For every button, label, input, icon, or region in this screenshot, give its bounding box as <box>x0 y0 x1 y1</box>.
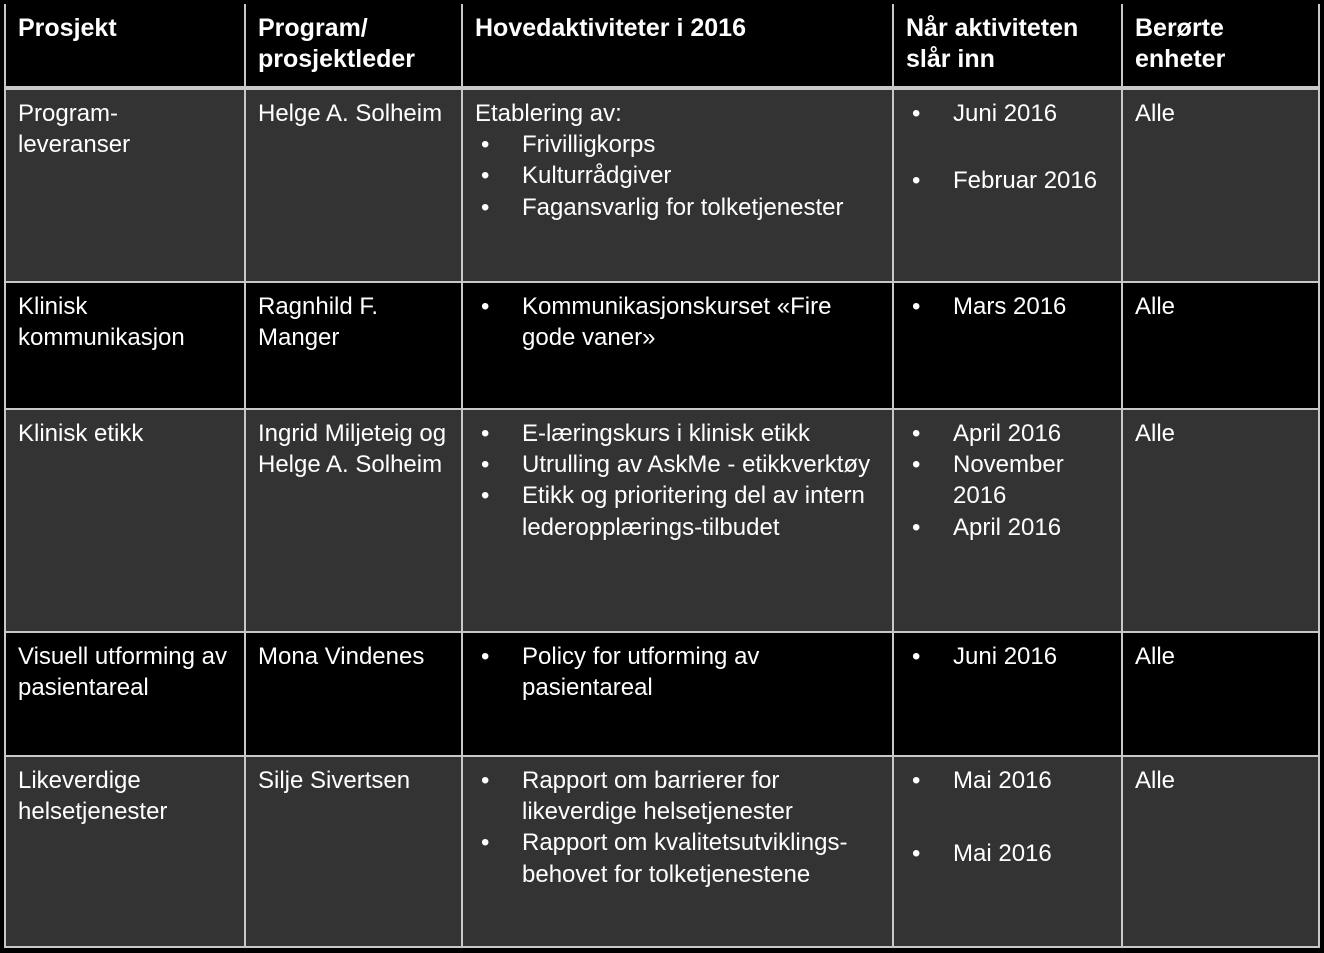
list-item: Juni 2016 <box>906 98 1113 129</box>
naar-list: Mars 2016 <box>906 291 1113 322</box>
table-row: Program- leveranser Helge A. Solheim Eta… <box>4 88 1320 281</box>
naar-list: Mai 2016 Mai 2016 <box>906 765 1113 870</box>
enheter-value: Alle <box>1135 293 1176 320</box>
prosjekt-name: Likeverdige helsetjenester <box>18 767 168 826</box>
cell-prosjekt: Program- leveranser <box>4 88 244 281</box>
table-row: Likeverdige helsetjenester Silje Siverts… <box>4 755 1320 948</box>
cell-berorte-enheter: Alle <box>1121 408 1320 631</box>
cell-naar-aktiviteten: Juni 2016 <box>892 631 1121 755</box>
cell-prosjektleder: Mona Vindenes <box>244 631 461 755</box>
prosjektleder-name: Helge A. Solheim <box>258 100 443 127</box>
table-row: Visuell utforming av pasientareal Mona V… <box>4 631 1320 755</box>
cell-naar-aktiviteten: Mai 2016 Mai 2016 <box>892 755 1121 948</box>
aktiviteter-list: Frivilligkorps Kulturrådgiver Fagansvarl… <box>475 129 884 223</box>
list-item: November 2016 <box>906 449 1113 511</box>
project-activities-table: Prosjekt Program/ prosjektleder Hovedakt… <box>4 4 1320 948</box>
list-item: Utrulling av AskMe - etikkverktøy <box>475 449 884 480</box>
aktiviteter-list: Kommunikasjonskurset «Fire gode vaner» <box>475 291 884 353</box>
list-item: Etikk og prioritering del av intern lede… <box>475 480 884 542</box>
column-header-hovedaktiviteter: Hovedaktiviteter i 2016 <box>461 4 892 88</box>
list-item: April 2016 <box>906 512 1113 543</box>
list-item: Frivilligkorps <box>475 129 884 160</box>
cell-hovedaktiviteter: E-læringskurs i klinisk etikk Utrulling … <box>461 408 892 631</box>
prosjekt-name: Visuell utforming av pasientareal <box>18 643 227 702</box>
naar-list: Juni 2016 Februar 2016 <box>906 98 1113 197</box>
cell-prosjektleder: Helge A. Solheim <box>244 88 461 281</box>
column-header-prosjektleder: Program/ prosjektleder <box>244 4 461 88</box>
aktiviteter-list: Rapport om barrierer for likeverdige hel… <box>475 765 884 890</box>
column-header-hovedaktiviteter-label: Hovedaktiviteter i 2016 <box>475 14 746 42</box>
list-item: Mai 2016 <box>906 838 1113 869</box>
enheter-value: Alle <box>1135 767 1176 794</box>
cell-berorte-enheter: Alle <box>1121 88 1320 281</box>
list-item: Mars 2016 <box>906 291 1113 322</box>
column-header-prosjekt: Prosjekt <box>4 4 244 88</box>
enheter-value: Alle <box>1135 420 1176 447</box>
cell-hovedaktiviteter: Kommunikasjonskurset «Fire gode vaner» <box>461 281 892 408</box>
cell-prosjekt: Likeverdige helsetjenester <box>4 755 244 948</box>
table-container: Prosjekt Program/ prosjektleder Hovedakt… <box>0 0 1324 953</box>
naar-list: Juni 2016 <box>906 641 1113 672</box>
prosjektleder-name: Ragnhild F. Manger <box>258 293 379 352</box>
list-item: Rapport om barrierer for likeverdige hel… <box>475 765 884 827</box>
cell-naar-aktiviteten: Mars 2016 <box>892 281 1121 408</box>
prosjektleder-name: Ingrid Miljeteig og Helge A. Solheim <box>258 420 447 479</box>
list-item: Fagansvarlig for tolketjenester <box>475 192 884 223</box>
cell-naar-aktiviteten: Juni 2016 Februar 2016 <box>892 88 1121 281</box>
aktiviteter-lead: Etablering av: <box>475 100 622 127</box>
column-header-naar-aktiviteten: Når aktiviteten slår inn <box>892 4 1121 88</box>
list-item: Kulturrådgiver <box>475 160 884 191</box>
cell-hovedaktiviteter: Policy for utforming av pasientareal <box>461 631 892 755</box>
prosjekt-name: Program- leveranser <box>18 100 131 159</box>
list-item: Februar 2016 <box>906 165 1113 196</box>
cell-prosjektleder: Silje Sivertsen <box>244 755 461 948</box>
list-item: Policy for utforming av pasientareal <box>475 641 884 703</box>
prosjekt-name: Klinisk etikk <box>18 420 144 447</box>
list-item: Juni 2016 <box>906 641 1113 672</box>
column-header-berorte-enheter-label: Berørte enheter <box>1135 14 1226 73</box>
list-item: Mai 2016 <box>906 765 1113 796</box>
enheter-value: Alle <box>1135 643 1176 670</box>
header-row: Prosjekt Program/ prosjektleder Hovedakt… <box>4 4 1320 88</box>
cell-hovedaktiviteter: Etablering av: Frivilligkorps Kulturrådg… <box>461 88 892 281</box>
cell-prosjekt: Klinisk kommunikasjon <box>4 281 244 408</box>
cell-berorte-enheter: Alle <box>1121 755 1320 948</box>
prosjektleder-name: Silje Sivertsen <box>258 767 411 794</box>
table-body: Program- leveranser Helge A. Solheim Eta… <box>4 88 1320 948</box>
aktiviteter-list: E-læringskurs i klinisk etikk Utrulling … <box>475 418 884 543</box>
list-item: Rapport om kvalitetsutviklings-behovet f… <box>475 827 884 889</box>
cell-prosjektleder: Ragnhild F. Manger <box>244 281 461 408</box>
table-header: Prosjekt Program/ prosjektleder Hovedakt… <box>4 4 1320 88</box>
naar-list: April 2016 November 2016 April 2016 <box>906 418 1113 543</box>
cell-hovedaktiviteter: Rapport om barrierer for likeverdige hel… <box>461 755 892 948</box>
enheter-value: Alle <box>1135 100 1176 127</box>
prosjekt-name: Klinisk kommunikasjon <box>18 293 185 352</box>
cell-berorte-enheter: Alle <box>1121 631 1320 755</box>
list-item: April 2016 <box>906 418 1113 449</box>
column-header-berorte-enheter: Berørte enheter <box>1121 4 1320 88</box>
aktiviteter-list: Policy for utforming av pasientareal <box>475 641 884 703</box>
prosjektleder-name: Mona Vindenes <box>258 643 425 670</box>
list-item: E-læringskurs i klinisk etikk <box>475 418 884 449</box>
table-row: Klinisk kommunikasjon Ragnhild F. Manger… <box>4 281 1320 408</box>
column-header-naar-aktiviteten-label: Når aktiviteten slår inn <box>906 14 1079 73</box>
column-header-prosjektleder-label: Program/ prosjektleder <box>258 14 416 73</box>
cell-berorte-enheter: Alle <box>1121 281 1320 408</box>
list-item: Kommunikasjonskurset «Fire gode vaner» <box>475 291 884 353</box>
column-header-prosjekt-label: Prosjekt <box>18 14 117 42</box>
cell-prosjekt: Klinisk etikk <box>4 408 244 631</box>
cell-naar-aktiviteten: April 2016 November 2016 April 2016 <box>892 408 1121 631</box>
table-row: Klinisk etikk Ingrid Miljeteig og Helge … <box>4 408 1320 631</box>
cell-prosjekt: Visuell utforming av pasientareal <box>4 631 244 755</box>
cell-prosjektleder: Ingrid Miljeteig og Helge A. Solheim <box>244 408 461 631</box>
